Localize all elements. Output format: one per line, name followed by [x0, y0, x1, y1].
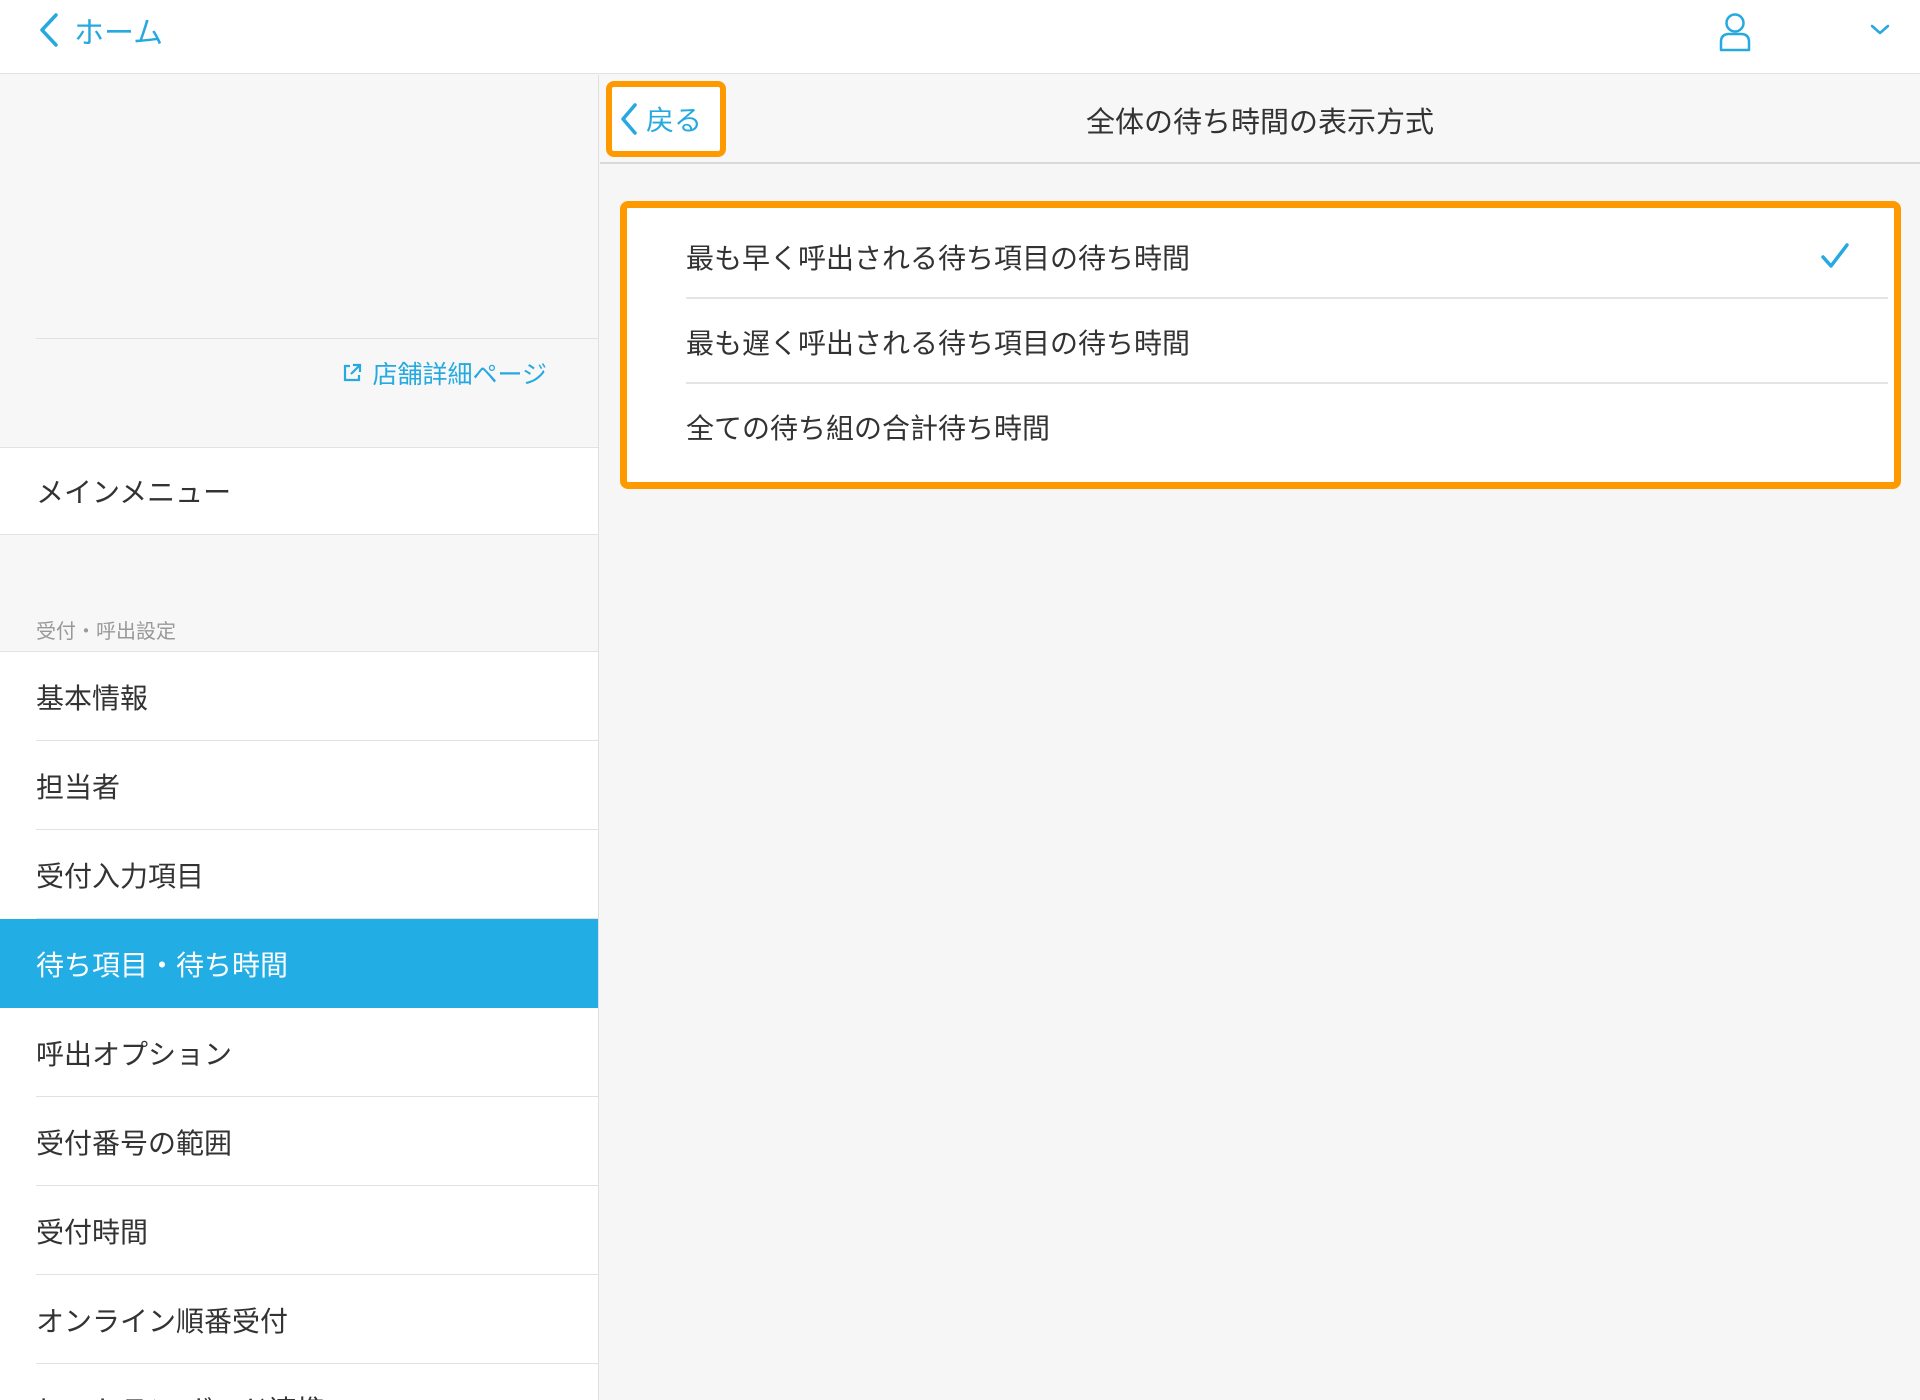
store-link-label: 店舗詳細ページ — [372, 360, 547, 389]
options-highlight-frame: 最も早く呼出される待ち項目の待ち時間 最も遅く呼出される待ち項目の待ち時間 全て… — [620, 201, 1901, 489]
checkmark-icon — [1821, 243, 1849, 268]
home-label: ホーム — [74, 16, 164, 51]
external-link-icon — [344, 363, 362, 382]
sidebar-item-label: 呼出オプション — [36, 1037, 233, 1071]
main-menu-label: メインメニュー — [36, 476, 232, 509]
back-button[interactable]: 戻る — [606, 81, 726, 157]
home-back-link[interactable]: ホーム — [38, 10, 164, 51]
option-total-wait[interactable]: 全ての待ち組の合計待ち時間 — [633, 384, 1888, 469]
sidebar-item-label: 受付番号の範囲 — [36, 1126, 233, 1160]
sidebar-item-label: オンライン順番受付 — [36, 1304, 289, 1338]
chevron-left-icon — [40, 13, 58, 47]
sidebar-item-number-range[interactable]: 受付番号の範囲 — [0, 1097, 598, 1186]
top-bar: ホーム — [0, 0, 1920, 74]
sidebar-item-label: ヒストラン ボード連携 — [36, 1389, 325, 1400]
sidebar-item-call-options[interactable]: 呼出オプション — [0, 1008, 598, 1097]
divider — [36, 338, 598, 339]
options-list: 最も早く呼出される待ち項目の待ち時間 最も遅く呼出される待ち項目の待ち時間 全て… — [633, 214, 1888, 476]
user-icon[interactable] — [1718, 12, 1752, 52]
sidebar-item-board-integration[interactable]: ヒストラン ボード連携 — [0, 1364, 598, 1400]
chevron-left-icon — [621, 103, 637, 135]
sidebar-item-label: 担当者 — [36, 770, 121, 804]
sidebar-item-label: 待ち項目・待ち時間 — [36, 948, 289, 982]
settings-nav-list: 基本情報 担当者 受付入力項目 待ち項目・待ち時間 呼出オプション 受付番号の範… — [0, 651, 598, 1400]
sidebar-item-label: 受付時間 — [36, 1215, 149, 1249]
sidebar-item-reception-hours[interactable]: 受付時間 — [0, 1186, 598, 1275]
chevron-down-icon[interactable] — [1868, 20, 1892, 38]
main-menu-item[interactable]: メインメニュー — [0, 447, 598, 535]
sidebar-item-staff[interactable]: 担当者 — [0, 741, 598, 830]
sidebar-item-wait-items-times[interactable]: 待ち項目・待ち時間 — [0, 919, 598, 1008]
section-header: 受付・呼出設定 — [36, 619, 176, 643]
option-earliest-wait[interactable]: 最も早く呼出される待ち項目の待ち時間 — [633, 214, 1888, 299]
sidebar-item-reception-fields[interactable]: 受付入力項目 — [0, 830, 598, 919]
sidebar-item-label: 受付入力項目 — [36, 859, 205, 893]
store-info-area: 店舗詳細ページ — [0, 75, 598, 447]
option-latest-wait[interactable]: 最も遅く呼出される待ち項目の待ち時間 — [633, 299, 1888, 384]
sidebar-item-basic-info[interactable]: 基本情報 — [0, 652, 598, 741]
sidebar-item-label: 基本情報 — [36, 681, 149, 715]
option-label: 最も早く呼出される待ち項目の待ち時間 — [686, 241, 1191, 275]
option-label: 最も遅く呼出される待ち項目の待ち時間 — [686, 326, 1191, 360]
sidebar: 店舗詳細ページ メインメニュー 受付・呼出設定 基本情報 担当者 受付入力項目 … — [0, 75, 599, 1400]
sidebar-item-online-queue[interactable]: オンライン順番受付 — [0, 1275, 598, 1364]
option-label: 全ての待ち組の合計待ち時間 — [686, 411, 1051, 445]
page-title: 全体の待ち時間の表示方式 — [1085, 104, 1434, 139]
content-header: 戻る 全体の待ち時間の表示方式 — [600, 75, 1920, 164]
store-detail-link[interactable]: 店舗詳細ページ — [341, 353, 547, 393]
back-label: 戻る — [646, 104, 703, 137]
